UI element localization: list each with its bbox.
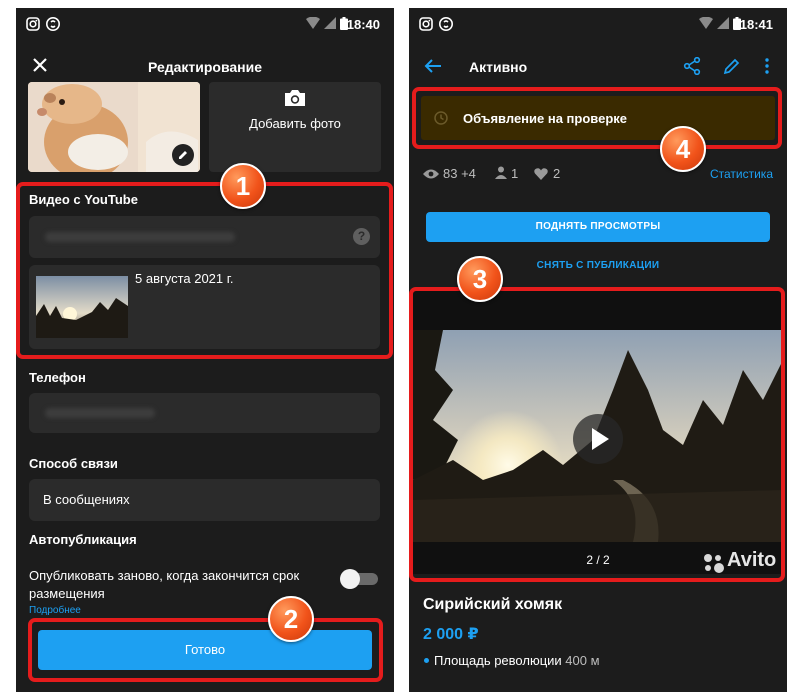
add-photo-button[interactable]: Добавить фото: [209, 82, 381, 172]
autopublish-label: Автопубликация: [29, 532, 137, 547]
wifi-icon: [699, 16, 713, 32]
status-bar: 18:40: [16, 8, 394, 42]
instagram-icon: [26, 17, 40, 31]
page-title: Редактирование: [147, 59, 263, 75]
contact-method-select[interactable]: В сообщениях: [29, 479, 380, 521]
contact-method-value: В сообщениях: [43, 492, 130, 507]
favorites-count: 2: [553, 166, 561, 181]
blurred-phone-text: [45, 408, 155, 418]
edit-pencil-icon[interactable]: [723, 57, 741, 80]
eye-icon: [423, 167, 439, 185]
camera-icon: [283, 88, 307, 113]
heart-icon: [534, 167, 548, 185]
instagram-icon: [419, 17, 433, 31]
listing-price: 2 000 ₽: [423, 626, 479, 643]
raise-views-button[interactable]: ПОДНЯТЬ ПРОСМОТРЫ: [426, 212, 770, 242]
metro-station: Площадь революции: [434, 653, 562, 668]
step-badge-1: 1: [220, 163, 266, 209]
wifi-icon: [306, 16, 320, 32]
share-icon[interactable]: [683, 56, 701, 80]
highlight-video-section: [16, 182, 393, 359]
signal-icon: [717, 17, 729, 32]
clock: 18:41: [739, 17, 773, 32]
metro-distance: 400 м: [565, 653, 600, 668]
metro-info: Площадь революции 400 м: [434, 653, 600, 668]
add-photo-label: Добавить фото: [249, 116, 341, 131]
highlight-gallery: [409, 287, 785, 582]
highlight-done-button: [28, 618, 383, 682]
autopublish-description: Опубликовать заново, когда закончится ср…: [29, 568, 300, 601]
shazam-icon: [439, 17, 453, 31]
views-count: 83 +4: [443, 166, 476, 181]
person-icon: [495, 166, 507, 184]
step-badge-2: 2: [268, 596, 314, 642]
phone-screen-edit: 18:40 Редактирование Добавить фото Видео…: [16, 8, 394, 692]
app-bar: Активно: [409, 42, 787, 92]
back-arrow-icon[interactable]: [424, 58, 442, 79]
signal-icon: [324, 17, 336, 32]
contacts-count: 1: [511, 166, 519, 181]
shazam-icon: [46, 17, 60, 31]
phone-input[interactable]: [29, 393, 380, 433]
autopublish-toggle[interactable]: [340, 568, 380, 589]
edit-photo-icon[interactable]: [172, 144, 194, 166]
phone-screen-listing: 18:41 Активно Объявление на проверке 83 …: [409, 8, 787, 692]
highlight-review-banner: [412, 87, 782, 149]
more-menu-icon[interactable]: [765, 58, 769, 79]
toggle-thumb: [340, 569, 360, 589]
more-link[interactable]: Подробнее: [29, 605, 81, 616]
contact-method-label: Способ связи: [29, 456, 118, 471]
status-bar: 18:41: [409, 8, 787, 42]
metro-line-icon: [424, 658, 429, 663]
page-title: Активно: [469, 59, 528, 75]
photo-thumbnail[interactable]: [28, 82, 200, 172]
step-badge-3: 3: [457, 256, 503, 302]
step-badge-4: 4: [660, 126, 706, 172]
listing-title: Сирийский хомяк: [423, 596, 563, 613]
clock: 18:40: [346, 17, 380, 32]
statistics-link[interactable]: Статистика: [710, 167, 773, 181]
phone-label: Телефон: [29, 370, 86, 385]
